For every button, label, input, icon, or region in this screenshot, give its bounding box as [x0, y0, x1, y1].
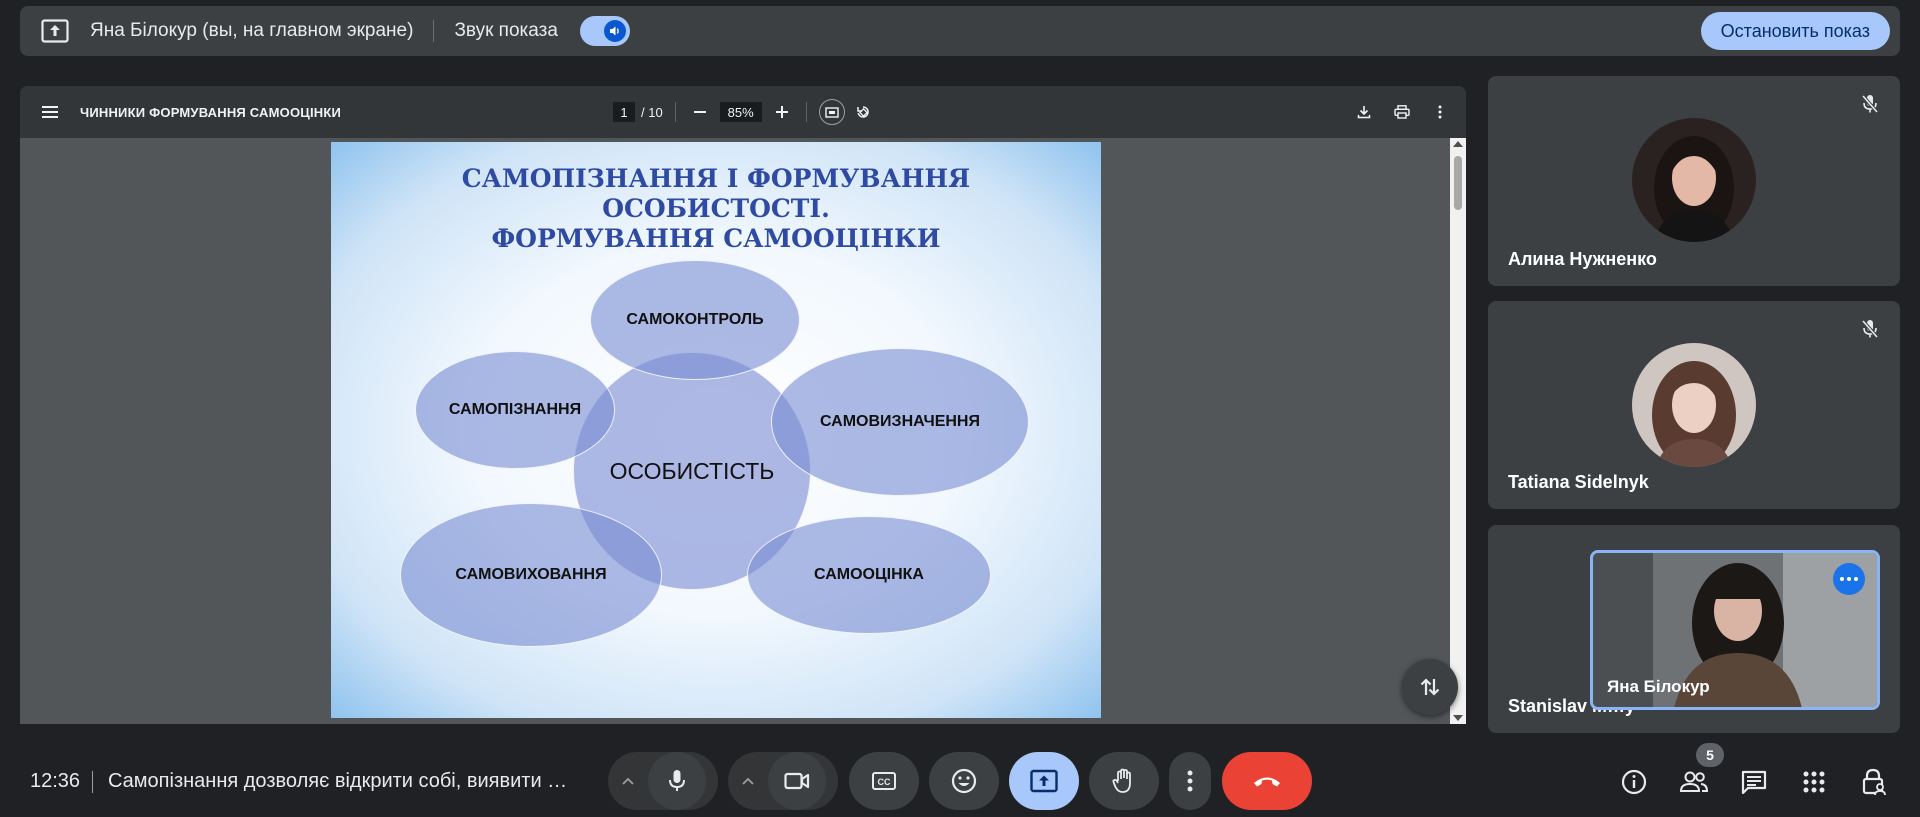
slide-title: САМОПІЗНАННЯ І ФОРМУВАННЯ ОСОБИСТОСТІ. Ф…: [331, 164, 1101, 254]
diagram-node: САМОКОНТРОЛЬ: [590, 260, 800, 380]
more-vert-icon: [1187, 770, 1193, 792]
swap-view-button[interactable]: [1402, 659, 1458, 715]
chevron-up-icon[interactable]: [728, 752, 768, 810]
diagram-node: САМОВИХОВАННЯ: [400, 503, 662, 647]
mic-off-icon: [1858, 317, 1882, 341]
microphone-icon: [669, 770, 685, 791]
people-button[interactable]: [1674, 762, 1714, 802]
meeting-title: Самопізнання дозволяє відкрити собі, вия…: [108, 770, 568, 792]
print-icon[interactable]: [1390, 100, 1414, 124]
mic-control-group: [608, 752, 718, 810]
scroll-up-icon[interactable]: [1453, 141, 1463, 147]
presenting-banner: Яна Білокур (вы, на главном экране) Звук…: [20, 6, 1900, 56]
presenter-label: Яна Білокур (вы, на главном экране): [90, 20, 414, 41]
meeting-control-bar: 12:36 Самопізнання дозволяє відкрити соб…: [0, 740, 1920, 817]
slide-title-line: ФОРМУВАННЯ САМООЦІНКИ: [491, 224, 941, 253]
zoom-level-input[interactable]: 85%: [719, 102, 762, 122]
call-end-icon: [1254, 777, 1280, 787]
pdf-toolbar: ЧИННИКИ ФОРМУВАННЯ САМООЦІНКИ 1 / 10 85%: [20, 86, 1466, 138]
chat-icon: [1741, 770, 1767, 794]
participant-name: Tatiana Sidelnyk: [1508, 472, 1649, 492]
present-to-all-icon: [1030, 769, 1058, 793]
zoom-in-icon[interactable]: [770, 100, 794, 124]
reactions-button[interactable]: [929, 752, 999, 810]
present-now-button[interactable]: [1009, 752, 1079, 810]
stop-presenting-button[interactable]: Остановить показ: [1700, 12, 1890, 50]
page-total: / 10: [641, 104, 663, 120]
banner-divider: [433, 20, 435, 42]
pdf-page-zoom-controls: 1 / 10 85%: [613, 86, 875, 138]
avatar: [1632, 118, 1756, 242]
pdf-page: САМОПІЗНАННЯ І ФОРМУВАННЯ ОСОБИСТОСТІ. Ф…: [331, 142, 1101, 718]
page-number-input[interactable]: 1: [613, 102, 635, 122]
raise-hand-button[interactable]: [1089, 752, 1159, 810]
people-icon: [1679, 771, 1709, 792]
download-icon[interactable]: [1352, 100, 1376, 124]
pdf-document-title: ЧИННИКИ ФОРМУВАННЯ САМООЦІНКИ: [80, 104, 342, 120]
people-count-badge: 5: [1696, 743, 1724, 767]
present-screen-icon: [40, 19, 70, 43]
self-name: Яна Білокур: [1607, 677, 1710, 696]
leave-call-button[interactable]: [1222, 752, 1312, 810]
mic-off-icon: [1858, 92, 1882, 116]
pdf-actions: [1352, 86, 1452, 138]
participant-name: Алина Нужненко: [1508, 249, 1657, 269]
host-controls-button[interactable]: [1854, 762, 1894, 802]
captions-button[interactable]: CC: [849, 752, 919, 810]
more-horiz-icon[interactable]: [1833, 563, 1865, 595]
meeting-clock: 12:36: [30, 770, 81, 792]
participant-tile[interactable]: Алина Нужненко: [1488, 76, 1900, 286]
volume-icon: [603, 20, 626, 42]
raise-hand-icon: [1112, 768, 1131, 793]
share-audio-label: Звук показа: [454, 20, 558, 41]
microphone-button[interactable]: [648, 752, 706, 810]
apps-icon: [1803, 771, 1825, 793]
scroll-down-icon[interactable]: [1453, 715, 1463, 721]
diagram-node: САМОПІЗНАННЯ: [415, 351, 615, 469]
toolbar-divider: [674, 102, 676, 122]
avatar: [1632, 343, 1756, 467]
chat-button[interactable]: [1734, 762, 1774, 802]
slide-title-line: ОСОБИСТОСТІ.: [602, 194, 830, 223]
camera-control-group: [728, 752, 838, 810]
share-audio-toggle[interactable]: [579, 16, 630, 46]
more-vert-icon[interactable]: [1428, 100, 1452, 124]
camera-icon: [784, 772, 810, 790]
swap-vert-icon: [1420, 678, 1440, 696]
camera-button[interactable]: [768, 752, 826, 810]
activities-button[interactable]: [1794, 762, 1834, 802]
diagram-node: САМОВИЗНАЧЕННЯ: [771, 348, 1029, 496]
menu-icon[interactable]: [40, 102, 60, 122]
participant-tile[interactable]: Tatiana Sidelnyk: [1488, 301, 1900, 509]
svg-text:CC: CC: [878, 777, 891, 787]
closed-captions-icon: CC: [872, 772, 896, 790]
more-options-button[interactable]: [1169, 752, 1211, 810]
self-view-tile[interactable]: Яна Білокур: [1590, 550, 1880, 710]
diagram-node: САМООЦІНКА: [747, 516, 991, 634]
meeting-info-button[interactable]: [1614, 762, 1654, 802]
pdf-scrollbar[interactable]: [1450, 138, 1466, 724]
rotate-icon[interactable]: [851, 100, 875, 124]
zoom-out-icon[interactable]: [688, 100, 712, 124]
scroll-thumb[interactable]: [1454, 156, 1462, 210]
info-icon: [1621, 769, 1647, 795]
fit-to-page-icon[interactable]: [818, 99, 845, 125]
chevron-up-icon[interactable]: [608, 752, 648, 810]
toolbar-divider: [805, 102, 807, 122]
slide-title-line: САМОПІЗНАННЯ І ФОРМУВАННЯ: [461, 164, 971, 193]
lock-person-icon: [1862, 768, 1886, 796]
bottom-divider: [92, 771, 93, 793]
emoji-icon: [951, 768, 977, 794]
